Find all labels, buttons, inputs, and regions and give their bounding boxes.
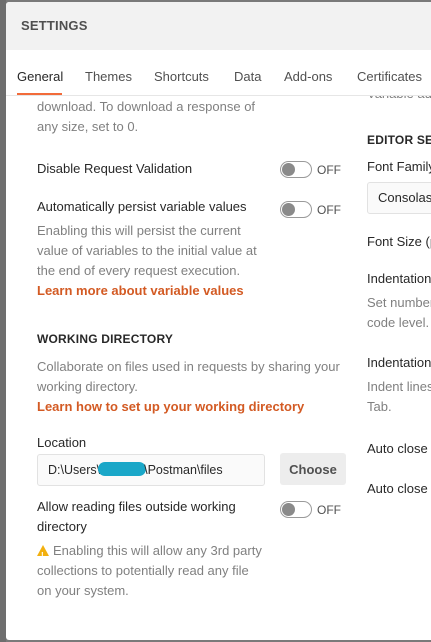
disable-validation-label: Disable Request Validation	[37, 161, 193, 176]
toggle-knob	[282, 203, 295, 216]
indentation-count-desc-2: code level.	[367, 315, 430, 330]
max-response-desc-line-2: any size, set to 0.	[37, 119, 139, 134]
indentation-count-desc-1: Set number	[367, 295, 431, 310]
allow-outside-toggle[interactable]: OFF	[280, 501, 341, 518]
toggle-track	[280, 161, 312, 178]
tab-general[interactable]: General	[17, 69, 63, 84]
auto-close-quotes-label: Auto close	[367, 481, 428, 496]
working-directory-title: WORKING DIRECTORY	[37, 332, 174, 346]
settings-modal: SETTINGS General Themes Shortcuts Data A…	[6, 2, 431, 640]
toggle-state: OFF	[317, 502, 341, 517]
font-family-label: Font Family	[367, 159, 431, 174]
allow-outside-label-1: Allow reading files outside working	[37, 499, 236, 514]
tab-themes[interactable]: Themes	[85, 69, 132, 84]
persist-vars-toggle[interactable]: OFF	[280, 201, 341, 218]
allow-outside-warning-3: on your system.	[37, 583, 129, 598]
active-tab-indicator	[17, 93, 62, 95]
working-dir-desc-2: working directory.	[37, 379, 138, 394]
working-dir-desc-1: Collaborate on files used in requests by…	[37, 359, 340, 374]
persist-vars-label: Automatically persist variable values	[37, 199, 247, 214]
indentation-type-desc-2: Tab.	[367, 399, 392, 414]
font-family-select[interactable]: Consolas	[367, 182, 431, 214]
indentation-type-label: Indentation	[367, 355, 431, 370]
choose-button[interactable]: Choose	[280, 453, 346, 485]
editor-settings-title: EDITOR SET	[367, 133, 431, 147]
location-field[interactable]: D:\Users\ \Postman\files	[37, 454, 265, 486]
location-label: Location	[37, 435, 87, 450]
allow-outside-warning-1: Enabling this will allow any 3rd party	[37, 541, 262, 566]
variable-values-link[interactable]: Learn more about variable values	[37, 281, 244, 301]
persist-vars-desc-2: value of variables to the initial value …	[37, 243, 257, 258]
max-response-desc-line-1: download. To download a response of	[37, 99, 256, 114]
editor-right-column: Variable au EDITOR SET Font Family Conso…	[367, 96, 431, 636]
persist-vars-desc-3: the end of every request execution.	[37, 263, 241, 278]
persist-vars-desc-1: Enabling this will persist the current	[37, 223, 241, 238]
toggle-knob	[282, 163, 295, 176]
toggle-knob	[282, 503, 295, 516]
tab-certificates[interactable]: Certificates	[357, 69, 422, 84]
auto-close-brackets-label: Auto close	[367, 441, 428, 456]
toggle-state: OFF	[317, 162, 341, 177]
modal-title: SETTINGS	[21, 18, 88, 33]
warning-text-1: Enabling this will allow any 3rd party	[53, 543, 262, 558]
tab-bar: General Themes Shortcuts Data Add-ons Ce…	[6, 50, 431, 96]
indentation-count-label: Indentation	[367, 271, 431, 286]
tab-shortcuts[interactable]: Shortcuts	[154, 69, 209, 84]
modal-header: SETTINGS	[6, 2, 431, 50]
toggle-state: OFF	[317, 202, 341, 217]
indentation-type-desc-1: Indent lines	[367, 379, 431, 394]
variable-autocomplete-label: Variable au	[367, 96, 431, 104]
path-prefix: D:\Users\	[48, 463, 101, 477]
allow-outside-label-2: directory	[37, 519, 87, 534]
font-size-label: Font Size (p	[367, 234, 431, 249]
warning-icon	[37, 545, 49, 566]
tab-data[interactable]: Data	[234, 69, 261, 84]
toggle-track	[280, 201, 312, 218]
tab-add-ons[interactable]: Add-ons	[284, 69, 332, 84]
disable-validation-toggle[interactable]: OFF	[280, 161, 341, 178]
allow-outside-warning-2: collections to potentially read any file	[37, 563, 249, 578]
redacted-username	[98, 462, 147, 476]
working-dir-link[interactable]: Learn how to set up your working directo…	[37, 397, 304, 417]
toggle-track	[280, 501, 312, 518]
path-suffix: \Postman\files	[144, 463, 223, 477]
